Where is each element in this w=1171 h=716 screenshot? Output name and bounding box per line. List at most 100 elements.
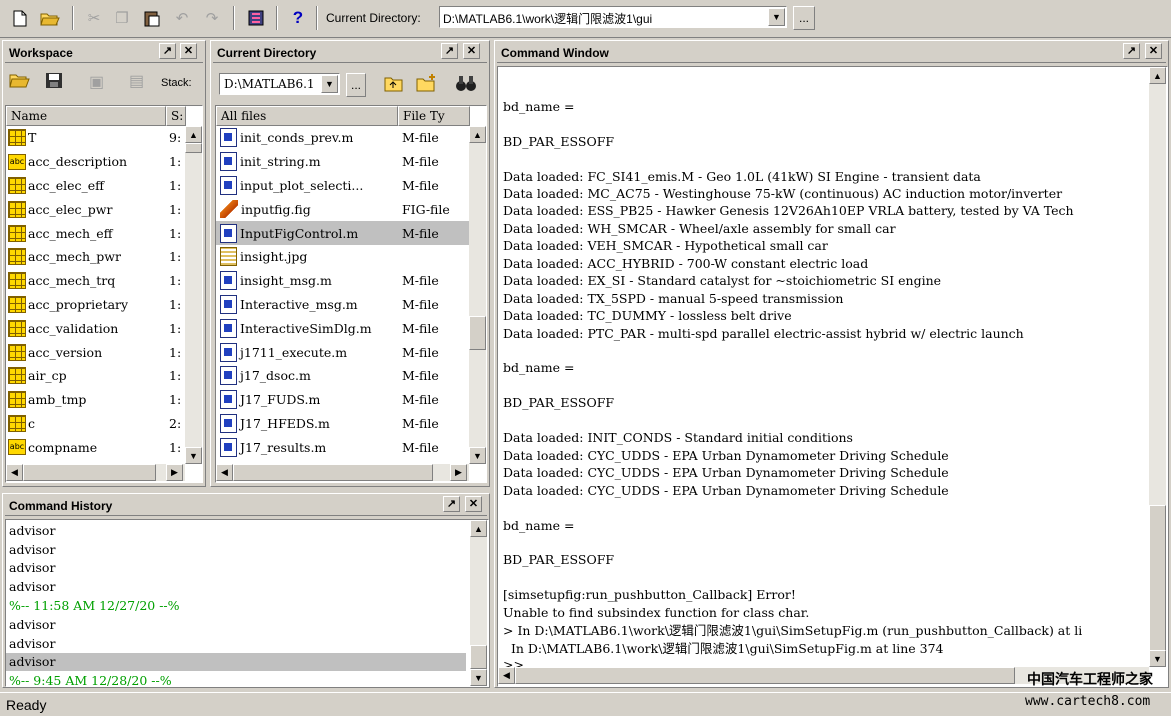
- history-session-marker[interactable]: %-- 9:45 AM 12/28/20 --%: [9, 671, 469, 686]
- chevron-down-icon[interactable]: ▼: [768, 8, 785, 26]
- copy-icon[interactable]: ❐: [110, 7, 134, 29]
- scroll-down-icon[interactable]: ▼: [1149, 650, 1166, 667]
- column-header[interactable]: File Ty: [398, 106, 470, 126]
- close-icon[interactable]: ✕: [463, 43, 480, 59]
- file-list[interactable]: All files File Ty init_conds_prev.m M-file i…: [215, 105, 487, 483]
- workspace-row[interactable]: abc acc_description 1:: [6, 150, 186, 174]
- workspace-row[interactable]: c 2:: [6, 412, 186, 436]
- file-row[interactable]: J17_FUDS.m M-file: [216, 388, 470, 412]
- browse-button[interactable]: ...: [346, 73, 366, 97]
- paste-icon[interactable]: [140, 7, 164, 29]
- workspace-row[interactable]: acc_validation 1:: [6, 316, 186, 340]
- workspace-row[interactable]: air_cp 1:: [6, 364, 186, 388]
- file-row[interactable]: J17_results.m M-file: [216, 435, 470, 459]
- workspace-row[interactable]: acc_proprietary 1:: [6, 293, 186, 317]
- file-row[interactable]: j1711_execute.m M-file: [216, 340, 470, 364]
- scroll-thumb[interactable]: [185, 143, 202, 153]
- simulink-icon[interactable]: [244, 7, 268, 29]
- workspace-row[interactable]: acc_elec_eff 1:: [6, 174, 186, 198]
- delete-variable-icon[interactable]: ▤: [129, 71, 144, 91]
- workspace-row[interactable]: abc compname 1:: [6, 435, 186, 459]
- scroll-up-icon[interactable]: ▲: [185, 126, 202, 143]
- history-command[interactable]: advisor: [9, 540, 469, 559]
- horizontal-scrollbar[interactable]: ◀ ▶: [6, 464, 185, 481]
- workspace-row[interactable]: acc_elec_pwr 1:: [6, 197, 186, 221]
- new-folder-icon[interactable]: [416, 73, 438, 95]
- history-command[interactable]: advisor: [9, 634, 469, 653]
- file-row[interactable]: inputfig.fig FIG-file: [216, 197, 470, 221]
- undock-icon[interactable]: ↗: [159, 43, 176, 59]
- file-row[interactable]: InteractiveSimDlg.m M-file: [216, 316, 470, 340]
- open-folder-icon[interactable]: [38, 7, 62, 29]
- scroll-thumb[interactable]: [23, 464, 156, 481]
- cut-icon[interactable]: ✂: [82, 7, 106, 29]
- scroll-thumb[interactable]: [470, 645, 487, 669]
- workspace-row[interactable]: acc_version 1:: [6, 340, 186, 364]
- help-icon[interactable]: ?: [286, 7, 310, 29]
- undo-icon[interactable]: ↶: [170, 7, 194, 29]
- scroll-down-icon[interactable]: ▼: [469, 447, 486, 464]
- workspace-row[interactable]: acc_mech_pwr 1:: [6, 245, 186, 269]
- current-directory-combo[interactable]: D:\MATLAB6.1\work\逻辑门限滤波1\gui ▼: [439, 6, 787, 28]
- file-row[interactable]: insight_msg.m M-file: [216, 269, 470, 293]
- file-row[interactable]: j17_dsoc.m M-file: [216, 364, 470, 388]
- scroll-right-icon[interactable]: ▶: [166, 464, 183, 481]
- workspace-row[interactable]: amb_tmp 1:: [6, 388, 186, 412]
- save-icon[interactable]: [45, 72, 63, 92]
- history-command[interactable]: advisor: [9, 577, 469, 596]
- horizontal-scrollbar[interactable]: ◀ ▶: [216, 464, 469, 481]
- vertical-scrollbar[interactable]: ▲ ▼: [469, 126, 486, 464]
- history-command[interactable]: advisor: [9, 521, 469, 540]
- scroll-left-icon[interactable]: ◀: [498, 667, 515, 684]
- history-session-marker[interactable]: %-- 11:58 AM 12/27/20 --%: [9, 596, 469, 615]
- close-icon[interactable]: ✕: [465, 496, 482, 512]
- directory-path-combo[interactable]: D:\MATLAB6.1 ▼: [219, 73, 340, 95]
- chevron-down-icon[interactable]: ▼: [321, 75, 338, 93]
- vertical-scrollbar[interactable]: ▲ ▼: [470, 520, 487, 686]
- open-variable-icon[interactable]: ▣: [89, 72, 104, 92]
- redo-icon[interactable]: ↷: [200, 7, 224, 29]
- scroll-left-icon[interactable]: ◀: [6, 464, 23, 481]
- column-header[interactable]: All files: [216, 106, 398, 126]
- history-command[interactable]: advisor: [9, 615, 469, 634]
- workspace-row[interactable]: T 9:: [6, 126, 186, 150]
- folder-up-icon[interactable]: [384, 74, 404, 95]
- scroll-thumb[interactable]: [233, 464, 433, 481]
- file-row[interactable]: insight.jpg: [216, 245, 470, 269]
- history-command[interactable]: advisor: [9, 559, 469, 578]
- column-header[interactable]: S:: [166, 106, 186, 126]
- scroll-up-icon[interactable]: ▲: [1149, 67, 1166, 84]
- vertical-scrollbar[interactable]: ▲ ▼: [1149, 67, 1166, 667]
- scroll-left-icon[interactable]: ◀: [216, 464, 233, 481]
- scroll-thumb[interactable]: [469, 316, 486, 350]
- file-row[interactable]: init_string.m M-file: [216, 150, 470, 174]
- scroll-up-icon[interactable]: ▲: [470, 520, 487, 537]
- history-command[interactable]: advisor: [6, 652, 466, 672]
- undock-icon[interactable]: ↗: [441, 43, 458, 59]
- command-window-output[interactable]: bd_name = BD_PAR_ESSOFF Data loaded: FC_SI…: [497, 66, 1168, 687]
- file-row[interactable]: init_conds_prev.m M-file: [216, 126, 470, 150]
- scroll-thumb[interactable]: [1149, 505, 1166, 665]
- new-file-icon[interactable]: [8, 7, 32, 29]
- open-folder-icon[interactable]: [9, 71, 31, 92]
- scroll-up-icon[interactable]: ▲: [469, 126, 486, 143]
- find-binoculars-icon[interactable]: [455, 74, 477, 97]
- undock-icon[interactable]: ↗: [443, 496, 460, 512]
- scroll-thumb[interactable]: [515, 667, 1015, 684]
- file-row[interactable]: input_plot_selecti... M-file: [216, 174, 470, 198]
- file-row[interactable]: J17_HFEDS.m M-file: [216, 412, 470, 436]
- scroll-right-icon[interactable]: ▶: [450, 464, 467, 481]
- close-icon[interactable]: ✕: [180, 43, 197, 59]
- scroll-down-icon[interactable]: ▼: [185, 447, 202, 464]
- file-row[interactable]: InputFigControl.m M-file: [216, 221, 470, 245]
- column-header[interactable]: Name: [6, 106, 166, 126]
- command-history-list[interactable]: advisor advisor advisor advisor %-- 11:58 AM…: [5, 519, 489, 687]
- vertical-scrollbar[interactable]: ▲ ▼: [185, 126, 202, 464]
- scroll-down-icon[interactable]: ▼: [470, 669, 487, 686]
- file-row[interactable]: Interactive_msg.m M-file: [216, 293, 470, 317]
- browse-directory-button[interactable]: ...: [793, 6, 815, 30]
- workspace-row[interactable]: acc_mech_eff 1:: [6, 221, 186, 245]
- close-icon[interactable]: ✕: [1145, 43, 1162, 59]
- workspace-row[interactable]: acc_mech_trq 1:: [6, 269, 186, 293]
- workspace-list[interactable]: Name S: T 9: abc acc_description 1: acc_elec_ef…: [5, 105, 203, 483]
